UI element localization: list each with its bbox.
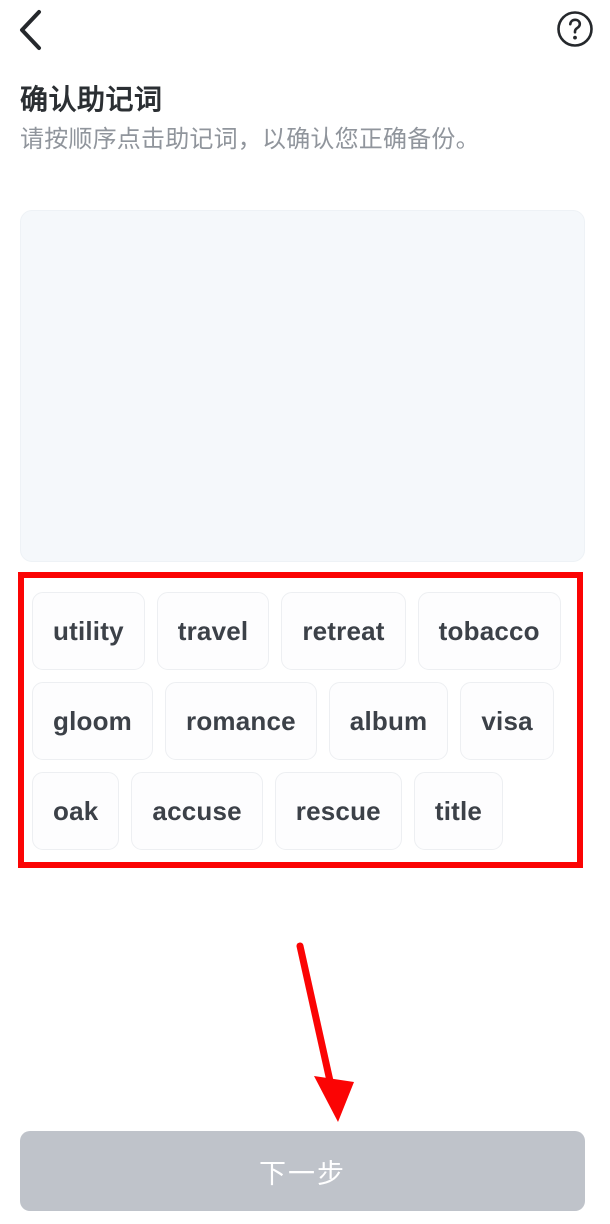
word-chip-accuse[interactable]: accuse	[131, 772, 263, 850]
question-mark-circle-icon	[556, 10, 594, 48]
chevron-left-icon	[17, 9, 43, 51]
page-title: 确认助记词	[20, 84, 163, 115]
word-bank-highlight-box: utility travel retreat tobacco gloom rom…	[18, 572, 583, 868]
top-bar	[0, 0, 610, 62]
word-row: gloom romance album visa	[32, 682, 569, 760]
next-button[interactable]: 下一步	[20, 1131, 585, 1211]
word-chip-travel[interactable]: travel	[156, 592, 270, 670]
word-chip-rescue[interactable]: rescue	[274, 772, 402, 850]
word-chip-title[interactable]: title	[413, 772, 504, 850]
word-chip-gloom[interactable]: gloom	[32, 682, 153, 760]
annotation-arrow	[270, 930, 380, 1130]
word-chip-oak[interactable]: oak	[32, 772, 120, 850]
word-chip-retreat[interactable]: retreat	[281, 592, 406, 670]
word-chip-romance[interactable]: romance	[165, 682, 317, 760]
word-chip-tobacco[interactable]: tobacco	[417, 592, 561, 670]
word-chip-album[interactable]: album	[328, 682, 449, 760]
word-row: oak accuse rescue title	[32, 772, 569, 850]
page-subtitle: 请按顺序点击助记词，以确认您正确备份。	[20, 126, 480, 154]
word-row: utility travel retreat tobacco	[32, 592, 569, 670]
heading-block: 确认助记词 请按顺序点击助记词，以确认您正确备份。	[20, 84, 590, 157]
selected-words-panel[interactable]	[20, 210, 585, 562]
word-bank: utility travel retreat tobacco gloom rom…	[24, 578, 577, 862]
back-button[interactable]	[4, 4, 56, 56]
word-chip-utility[interactable]: utility	[32, 592, 145, 670]
word-chip-visa[interactable]: visa	[460, 682, 554, 760]
help-button[interactable]	[552, 6, 598, 52]
